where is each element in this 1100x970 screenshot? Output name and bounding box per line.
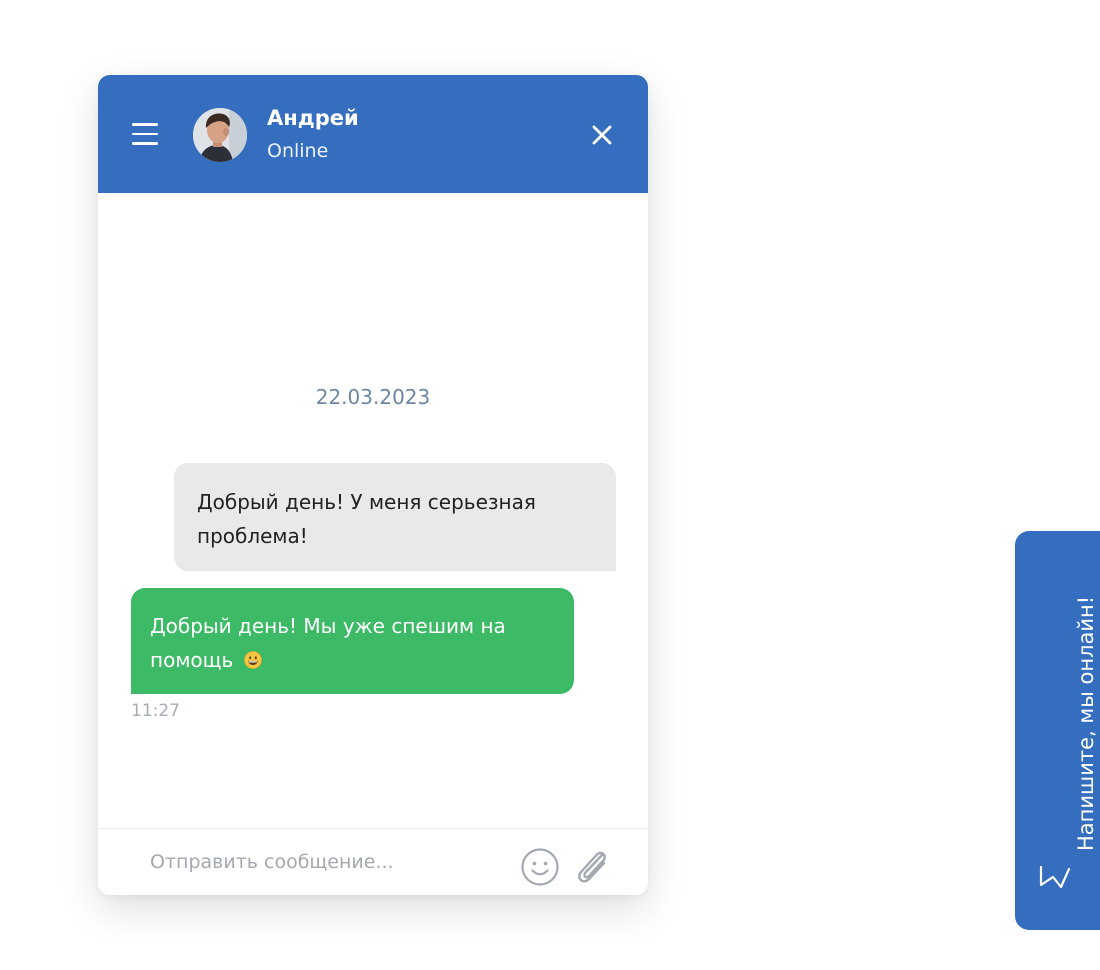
message-text: Добрый день! У меня серьезная проблема! xyxy=(197,490,536,548)
close-icon xyxy=(592,125,612,145)
date-separator: 22.03.2023 xyxy=(315,385,431,409)
chat-widget: Андрей Online 22.03.2023 Добрый день! У … xyxy=(98,75,648,895)
close-button[interactable] xyxy=(590,123,614,147)
contact-name: Андрей xyxy=(267,106,359,130)
chat-launcher-tab[interactable]: Напишите, мы онлайн! xyxy=(1015,531,1100,930)
incoming-message: Добрый день! У меня серьезная проблема! xyxy=(174,463,616,571)
message-text: Добрый день! Мы уже спешим на помощь xyxy=(150,614,506,672)
message-time: 11:27 xyxy=(131,701,180,721)
lightning-icon xyxy=(1039,865,1071,889)
message-list[interactable]: 22.03.2023 Добрый день! У меня серьезная… xyxy=(98,193,648,828)
launcher-label: Напишите, мы онлайн! xyxy=(1074,595,1098,851)
grinning-face-icon xyxy=(243,651,262,669)
outgoing-message: Добрый день! Мы уже спешим на помощь xyxy=(131,588,574,694)
contact-status: Online xyxy=(267,140,329,162)
smiley-icon xyxy=(521,848,559,886)
avatar-photo xyxy=(193,108,247,162)
emoji-button[interactable] xyxy=(520,847,560,887)
composer xyxy=(98,828,648,895)
avatar xyxy=(193,108,247,162)
attach-button[interactable] xyxy=(572,845,612,887)
chat-header: Андрей Online xyxy=(98,75,648,193)
message-input[interactable] xyxy=(150,845,450,879)
menu-button[interactable] xyxy=(132,123,158,145)
hamburger-icon xyxy=(132,123,158,126)
paperclip-icon xyxy=(578,851,606,883)
